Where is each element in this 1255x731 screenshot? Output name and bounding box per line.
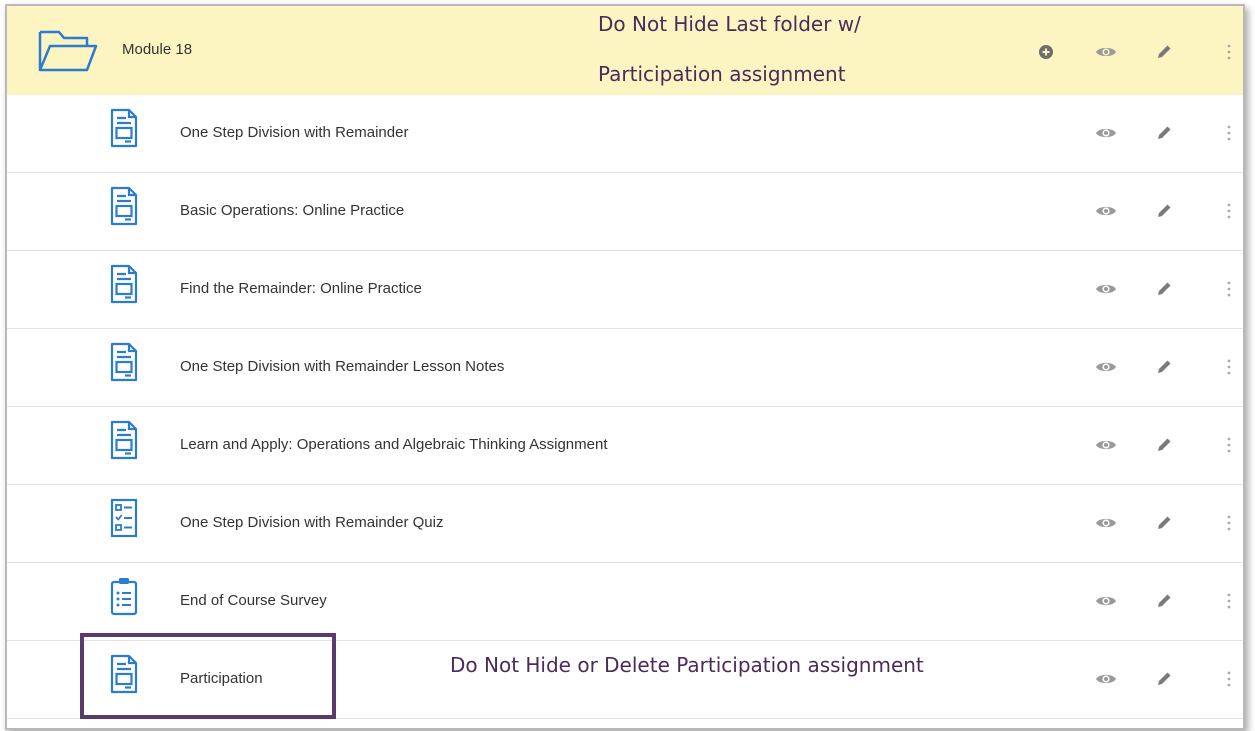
list-item[interactable]: One Step Division with Remainder Quiz <box>7 485 1243 563</box>
assignment-icon <box>110 420 138 460</box>
module-title: Module 18 <box>122 41 193 58</box>
module-list-panel: Module 18 Do Not Hide Last folder w/ Par… <box>5 4 1245 730</box>
assignment-icon <box>110 108 138 148</box>
edit-pencil-icon[interactable] <box>1152 667 1176 691</box>
folder-open-icon <box>38 30 98 72</box>
edit-pencil-icon[interactable] <box>1152 40 1176 64</box>
item-label[interactable]: One Step Division with Remainder <box>180 124 408 141</box>
list-item[interactable]: One Step Division with Remainder <box>7 95 1243 173</box>
list-item[interactable]: Learn and Apply: Operations and Algebrai… <box>7 407 1243 485</box>
more-options-icon[interactable] <box>1217 121 1241 145</box>
item-label[interactable]: Learn and Apply: Operations and Algebrai… <box>180 436 608 453</box>
folder-note-line2: Participation assignment <box>598 62 846 86</box>
edit-pencil-icon[interactable] <box>1152 511 1176 535</box>
more-options-icon[interactable] <box>1217 667 1241 691</box>
assignment-icon <box>110 186 138 226</box>
visibility-eye-icon[interactable] <box>1094 511 1118 535</box>
item-label[interactable]: Basic Operations: Online Practice <box>180 202 404 219</box>
more-options-icon[interactable] <box>1217 40 1241 64</box>
participation-note: Do Not Hide or Delete Participation assi… <box>450 653 924 677</box>
visibility-eye-icon[interactable] <box>1094 589 1118 613</box>
list-item[interactable]: One Step Division with Remainder Lesson … <box>7 329 1243 407</box>
item-label[interactable]: One Step Division with Remainder Lesson … <box>180 358 504 375</box>
quiz-icon <box>110 498 138 538</box>
list-item[interactable]: End of Course Survey <box>7 563 1243 641</box>
item-label[interactable]: End of Course Survey <box>180 592 327 609</box>
edit-pencil-icon[interactable] <box>1152 355 1176 379</box>
edit-pencil-icon[interactable] <box>1152 277 1176 301</box>
more-options-icon[interactable] <box>1217 589 1241 613</box>
module-folder-row[interactable]: Module 18 Do Not Hide Last folder w/ Par… <box>7 6 1243 96</box>
folder-note-line1: Do Not Hide Last folder w/ <box>598 12 861 36</box>
assignment-icon <box>110 342 138 382</box>
list-item[interactable]: Find the Remainder: Online Practice <box>7 251 1243 329</box>
visibility-eye-icon[interactable] <box>1094 667 1118 691</box>
more-options-icon[interactable] <box>1217 355 1241 379</box>
more-options-icon[interactable] <box>1217 277 1241 301</box>
more-options-icon[interactable] <box>1217 199 1241 223</box>
visibility-eye-icon[interactable] <box>1094 277 1118 301</box>
edit-pencil-icon[interactable] <box>1152 199 1176 223</box>
edit-pencil-icon[interactable] <box>1152 121 1176 145</box>
visibility-eye-icon[interactable] <box>1094 355 1118 379</box>
item-label[interactable]: One Step Division with Remainder Quiz <box>180 514 443 531</box>
visibility-eye-icon[interactable] <box>1094 40 1118 64</box>
item-label[interactable]: Find the Remainder: Online Practice <box>180 280 422 297</box>
survey-icon <box>110 578 138 616</box>
edit-pencil-icon[interactable] <box>1152 589 1176 613</box>
more-options-icon[interactable] <box>1217 511 1241 535</box>
add-circle-icon[interactable] <box>1034 40 1058 64</box>
list-item[interactable]: Basic Operations: Online Practice <box>7 173 1243 251</box>
assignment-icon <box>110 264 138 304</box>
visibility-eye-icon[interactable] <box>1094 121 1118 145</box>
more-options-icon[interactable] <box>1217 433 1241 457</box>
participation-highlight-box <box>80 633 336 719</box>
visibility-eye-icon[interactable] <box>1094 199 1118 223</box>
edit-pencil-icon[interactable] <box>1152 433 1176 457</box>
visibility-eye-icon[interactable] <box>1094 433 1118 457</box>
